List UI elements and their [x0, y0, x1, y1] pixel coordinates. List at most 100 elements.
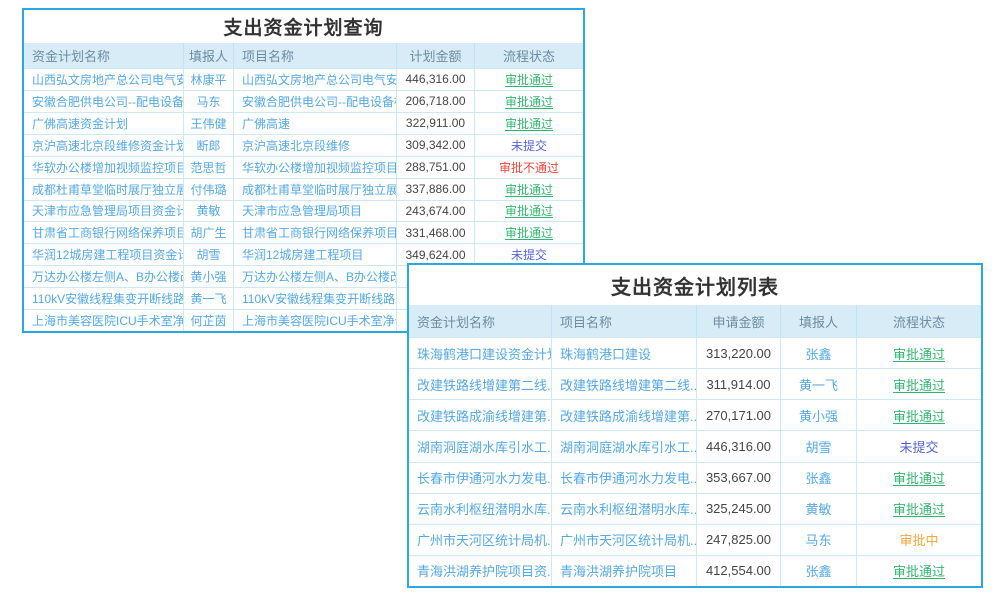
- cell-plan[interactable]: 改建铁路线增建第二线...: [409, 369, 552, 399]
- cell-project[interactable]: 华软办公楼增加视频监控项目: [234, 157, 397, 178]
- cell-reporter[interactable]: 张鑫: [781, 338, 857, 368]
- cell-project[interactable]: 长春市伊通河水力发电...: [552, 463, 697, 493]
- cell-reporter[interactable]: 黄敏: [781, 494, 857, 524]
- cell-amount: 270,171.00: [697, 400, 781, 430]
- cell-plan[interactable]: 湖南洞庭湖水库引水工...: [409, 431, 552, 461]
- cell-amount: 353,667.00: [697, 463, 781, 493]
- cell-project[interactable]: 湖南洞庭湖水库引水工...: [552, 431, 697, 461]
- cell-status[interactable]: 审批通过: [475, 201, 583, 222]
- cell-reporter[interactable]: 张鑫: [781, 463, 857, 493]
- cell-plan[interactable]: 110kV安徽线程集变开断线路工程资金: [24, 288, 184, 309]
- table-row: 广佛高速资金计划王伟健广佛高速322,911.00审批通过: [24, 113, 583, 135]
- cell-plan[interactable]: 安徽合肥供电公司--配电设备检修维护: [24, 91, 184, 112]
- cell-reporter[interactable]: 黄小强: [184, 266, 234, 287]
- cell-reporter[interactable]: 胡雪: [184, 244, 234, 265]
- cell-project[interactable]: 山西弘文房地产总公司电气安装工程: [234, 69, 397, 90]
- cell-status[interactable]: 审批通过: [475, 179, 583, 200]
- cell-project[interactable]: 安徽合肥供电公司--配电设备检修维护: [234, 91, 397, 112]
- cell-plan[interactable]: 天津市应急管理局项目资金计划: [24, 201, 184, 222]
- cell-amount: 325,245.00: [697, 494, 781, 524]
- cell-plan[interactable]: 万达办公楼左侧A、B办公楼改造建设: [24, 266, 184, 287]
- cell-project[interactable]: 万达办公楼左侧A、B办公楼改造: [234, 266, 397, 287]
- cell-amount: 313,220.00: [697, 338, 781, 368]
- cell-status[interactable]: 审批通过: [857, 369, 981, 399]
- cell-project[interactable]: 甘肃省工商银行网络保养项目: [234, 222, 397, 243]
- table-row: 云南水利枢纽潜明水库...云南水利枢纽潜明水库...325,245.00黄敏审批…: [409, 494, 981, 525]
- cell-reporter[interactable]: 黄一飞: [781, 369, 857, 399]
- cell-amount: 206,718.00: [397, 91, 475, 112]
- cell-project[interactable]: 上海市美容医院ICU手术室净化工程: [234, 310, 397, 331]
- cell-plan[interactable]: 上海市美容医院ICU手术室净化工程资: [24, 310, 184, 331]
- cell-project[interactable]: 成都杜甫草堂临时展厅独立展柜报警: [234, 179, 397, 200]
- cell-plan[interactable]: 成都杜甫草堂临时展厅独立展柜报警设: [24, 179, 184, 200]
- cell-amount: 311,914.00: [697, 369, 781, 399]
- cell-reporter[interactable]: 黄敏: [184, 201, 234, 222]
- column-header-project: 项目名称: [552, 305, 697, 337]
- table-row: 华软办公楼增加视频监控项目资金计划范思哲华软办公楼增加视频监控项目288,751…: [24, 157, 583, 179]
- cell-status[interactable]: 审批通过: [857, 400, 981, 430]
- table-row: 成都杜甫草堂临时展厅独立展柜报警设付伟璐成都杜甫草堂临时展厅独立展柜报警337,…: [24, 179, 583, 201]
- cell-status[interactable]: 审批通过: [475, 222, 583, 243]
- cell-project[interactable]: 广州市天河区统计局机...: [552, 525, 697, 555]
- cell-status[interactable]: 审批通过: [475, 91, 583, 112]
- cell-project[interactable]: 改建铁路线增建第二线...: [552, 369, 697, 399]
- cell-status[interactable]: 审批通过: [857, 556, 981, 586]
- cell-status[interactable]: 审批通过: [857, 338, 981, 368]
- cell-reporter[interactable]: 林康平: [184, 69, 234, 90]
- panel-list-header-row: 资金计划名称项目名称申请金额填报人流程状态: [409, 305, 981, 338]
- cell-reporter[interactable]: 张鑫: [781, 556, 857, 586]
- cell-project[interactable]: 青海洪湖养护院项目: [552, 556, 697, 586]
- cell-reporter[interactable]: 黄小强: [781, 400, 857, 430]
- cell-reporter[interactable]: 王伟健: [184, 113, 234, 134]
- cell-status[interactable]: 审批中: [857, 525, 981, 555]
- cell-reporter[interactable]: 胡雪: [781, 431, 857, 461]
- panel-query-header-row: 资金计划名称填报人项目名称计划金额流程状态: [24, 43, 583, 69]
- cell-plan[interactable]: 珠海鹤港口建设资金计划: [409, 338, 552, 368]
- cell-amount: 247,825.00: [697, 525, 781, 555]
- cell-reporter[interactable]: 马东: [184, 91, 234, 112]
- table-row: 京沪高速北京段维修资金计划断郎京沪高速北京段维修309,342.00未提交: [24, 135, 583, 157]
- table-row: 长春市伊通河水力发电...长春市伊通河水力发电...353,667.00张鑫审批…: [409, 463, 981, 494]
- cell-project[interactable]: 广佛高速: [234, 113, 397, 134]
- cell-plan[interactable]: 青海洪湖养护院项目资...: [409, 556, 552, 586]
- cell-amount: 446,316.00: [697, 431, 781, 461]
- cell-status[interactable]: 审批通过: [857, 494, 981, 524]
- table-row: 天津市应急管理局项目资金计划黄敏天津市应急管理局项目243,674.00审批通过: [24, 201, 583, 223]
- cell-plan[interactable]: 京沪高速北京段维修资金计划: [24, 135, 184, 156]
- cell-status[interactable]: 审批通过: [857, 463, 981, 493]
- cell-project[interactable]: 110kV安徽线程集变开断线路工程: [234, 288, 397, 309]
- cell-plan[interactable]: 长春市伊通河水力发电...: [409, 463, 552, 493]
- cell-status[interactable]: 未提交: [475, 135, 583, 156]
- cell-amount: 243,674.00: [397, 201, 475, 222]
- cell-status[interactable]: 未提交: [857, 431, 981, 461]
- cell-plan[interactable]: 华软办公楼增加视频监控项目资金计划: [24, 157, 184, 178]
- cell-project[interactable]: 华润12城房建工程项目: [234, 244, 397, 265]
- cell-project[interactable]: 云南水利枢纽潜明水库...: [552, 494, 697, 524]
- cell-reporter[interactable]: 范思哲: [184, 157, 234, 178]
- cell-reporter[interactable]: 胡广生: [184, 222, 234, 243]
- table-row: 广州市天河区统计局机...广州市天河区统计局机...247,825.00马东审批…: [409, 525, 981, 556]
- cell-reporter[interactable]: 何芷茵: [184, 310, 234, 331]
- column-header-reporter: 填报人: [781, 305, 857, 337]
- cell-plan[interactable]: 云南水利枢纽潜明水库...: [409, 494, 552, 524]
- cell-reporter[interactable]: 断郎: [184, 135, 234, 156]
- cell-project[interactable]: 珠海鹤港口建设: [552, 338, 697, 368]
- cell-reporter[interactable]: 马东: [781, 525, 857, 555]
- cell-plan[interactable]: 山西弘文房地产总公司电气安装工程资: [24, 69, 184, 90]
- cell-status[interactable]: 审批不通过: [475, 157, 583, 178]
- cell-plan[interactable]: 改建铁路成渝线增建第...: [409, 400, 552, 430]
- panel-expenditure-plan-list: 支出资金计划列表 资金计划名称项目名称申请金额填报人流程状态 珠海鹤港口建设资金…: [407, 263, 983, 588]
- cell-project[interactable]: 京沪高速北京段维修: [234, 135, 397, 156]
- cell-status[interactable]: 审批通过: [475, 69, 583, 90]
- cell-reporter[interactable]: 黄一飞: [184, 288, 234, 309]
- column-header-amount: 计划金额: [397, 43, 475, 68]
- cell-plan[interactable]: 华润12城房建工程项目资金计划: [24, 244, 184, 265]
- cell-plan[interactable]: 广佛高速资金计划: [24, 113, 184, 134]
- cell-status[interactable]: 审批通过: [475, 113, 583, 134]
- column-header-status: 流程状态: [475, 43, 583, 68]
- cell-plan[interactable]: 广州市天河区统计局机...: [409, 525, 552, 555]
- cell-project[interactable]: 改建铁路成渝线增建第...: [552, 400, 697, 430]
- cell-reporter[interactable]: 付伟璐: [184, 179, 234, 200]
- cell-plan[interactable]: 甘肃省工商银行网络保养项目资金计划: [24, 222, 184, 243]
- cell-project[interactable]: 天津市应急管理局项目: [234, 201, 397, 222]
